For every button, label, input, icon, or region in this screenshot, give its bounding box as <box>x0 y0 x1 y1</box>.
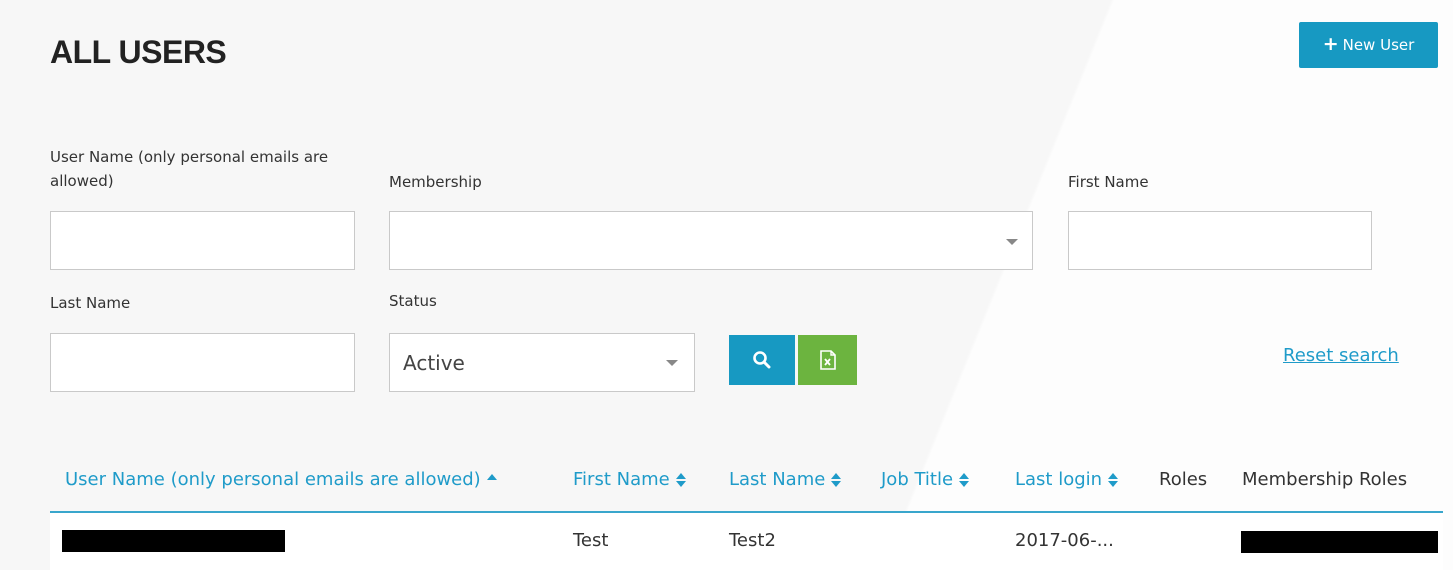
column-header-label: Last login <box>1015 469 1103 490</box>
plus-icon: + <box>1322 32 1339 55</box>
lastname-filter-input[interactable] <box>51 334 354 391</box>
column-header-last-name[interactable]: Last Name <box>729 469 842 490</box>
status-filter-label: Status <box>389 292 437 310</box>
status-select[interactable]: Active <box>389 333 695 392</box>
username-filter-field[interactable] <box>50 211 355 270</box>
column-header-first-name[interactable]: First Name <box>573 469 686 490</box>
firstname-filter-input[interactable] <box>1069 212 1371 269</box>
page: ALL USERS + New User User Name (only per… <box>0 0 1453 570</box>
redacted-membership-roles <box>1241 531 1438 553</box>
membership-filter-label: Membership <box>389 173 482 191</box>
column-header-label: Membership Roles <box>1242 469 1408 490</box>
page-title: ALL USERS <box>50 34 227 70</box>
cell-first-name: Test <box>573 530 609 551</box>
reset-search-link[interactable]: Reset search <box>1283 345 1399 366</box>
chevron-down-icon <box>666 360 678 366</box>
search-icon <box>753 351 771 369</box>
chevron-down-icon <box>1006 239 1018 245</box>
sort-icon <box>1108 472 1119 487</box>
column-header-label: Roles <box>1159 469 1208 490</box>
column-header-label: Job Title <box>881 469 954 490</box>
lastname-filter-field[interactable] <box>50 333 355 392</box>
username-filter-input[interactable] <box>51 212 354 269</box>
membership-select[interactable] <box>389 211 1033 270</box>
firstname-filter-field[interactable] <box>1068 211 1372 270</box>
sort-ascending-icon <box>486 473 497 480</box>
cell-last-login: 2017-06-... <box>1015 530 1114 551</box>
cell-last-name: Test2 <box>729 530 776 551</box>
column-header-label: User Name (only personal emails are allo… <box>65 469 481 490</box>
sort-icon <box>959 472 970 487</box>
column-header-membership-roles: Membership Roles <box>1242 469 1407 490</box>
new-user-label: New User <box>1342 36 1415 54</box>
column-header-last-login[interactable]: Last login <box>1015 469 1119 490</box>
sort-icon <box>831 472 842 487</box>
column-header-username[interactable]: User Name (only personal emails are allo… <box>65 469 497 490</box>
search-button[interactable] <box>729 335 795 385</box>
status-select-value: Active <box>403 351 465 375</box>
lastname-filter-label: Last Name <box>50 294 131 312</box>
redacted-username <box>62 530 285 552</box>
sort-icon <box>675 472 686 487</box>
column-header-label: First Name <box>573 469 670 490</box>
excel-export-icon <box>819 350 836 370</box>
column-header-roles: Roles <box>1159 469 1207 490</box>
username-filter-label: User Name (only personal emails are allo… <box>50 148 329 190</box>
firstname-filter-label: First Name <box>1068 173 1149 191</box>
column-header-label: Last Name <box>729 469 826 490</box>
export-excel-button[interactable] <box>798 335 857 385</box>
column-header-job-title[interactable]: Job Title <box>881 469 970 490</box>
new-user-button[interactable]: + New User <box>1299 22 1438 68</box>
